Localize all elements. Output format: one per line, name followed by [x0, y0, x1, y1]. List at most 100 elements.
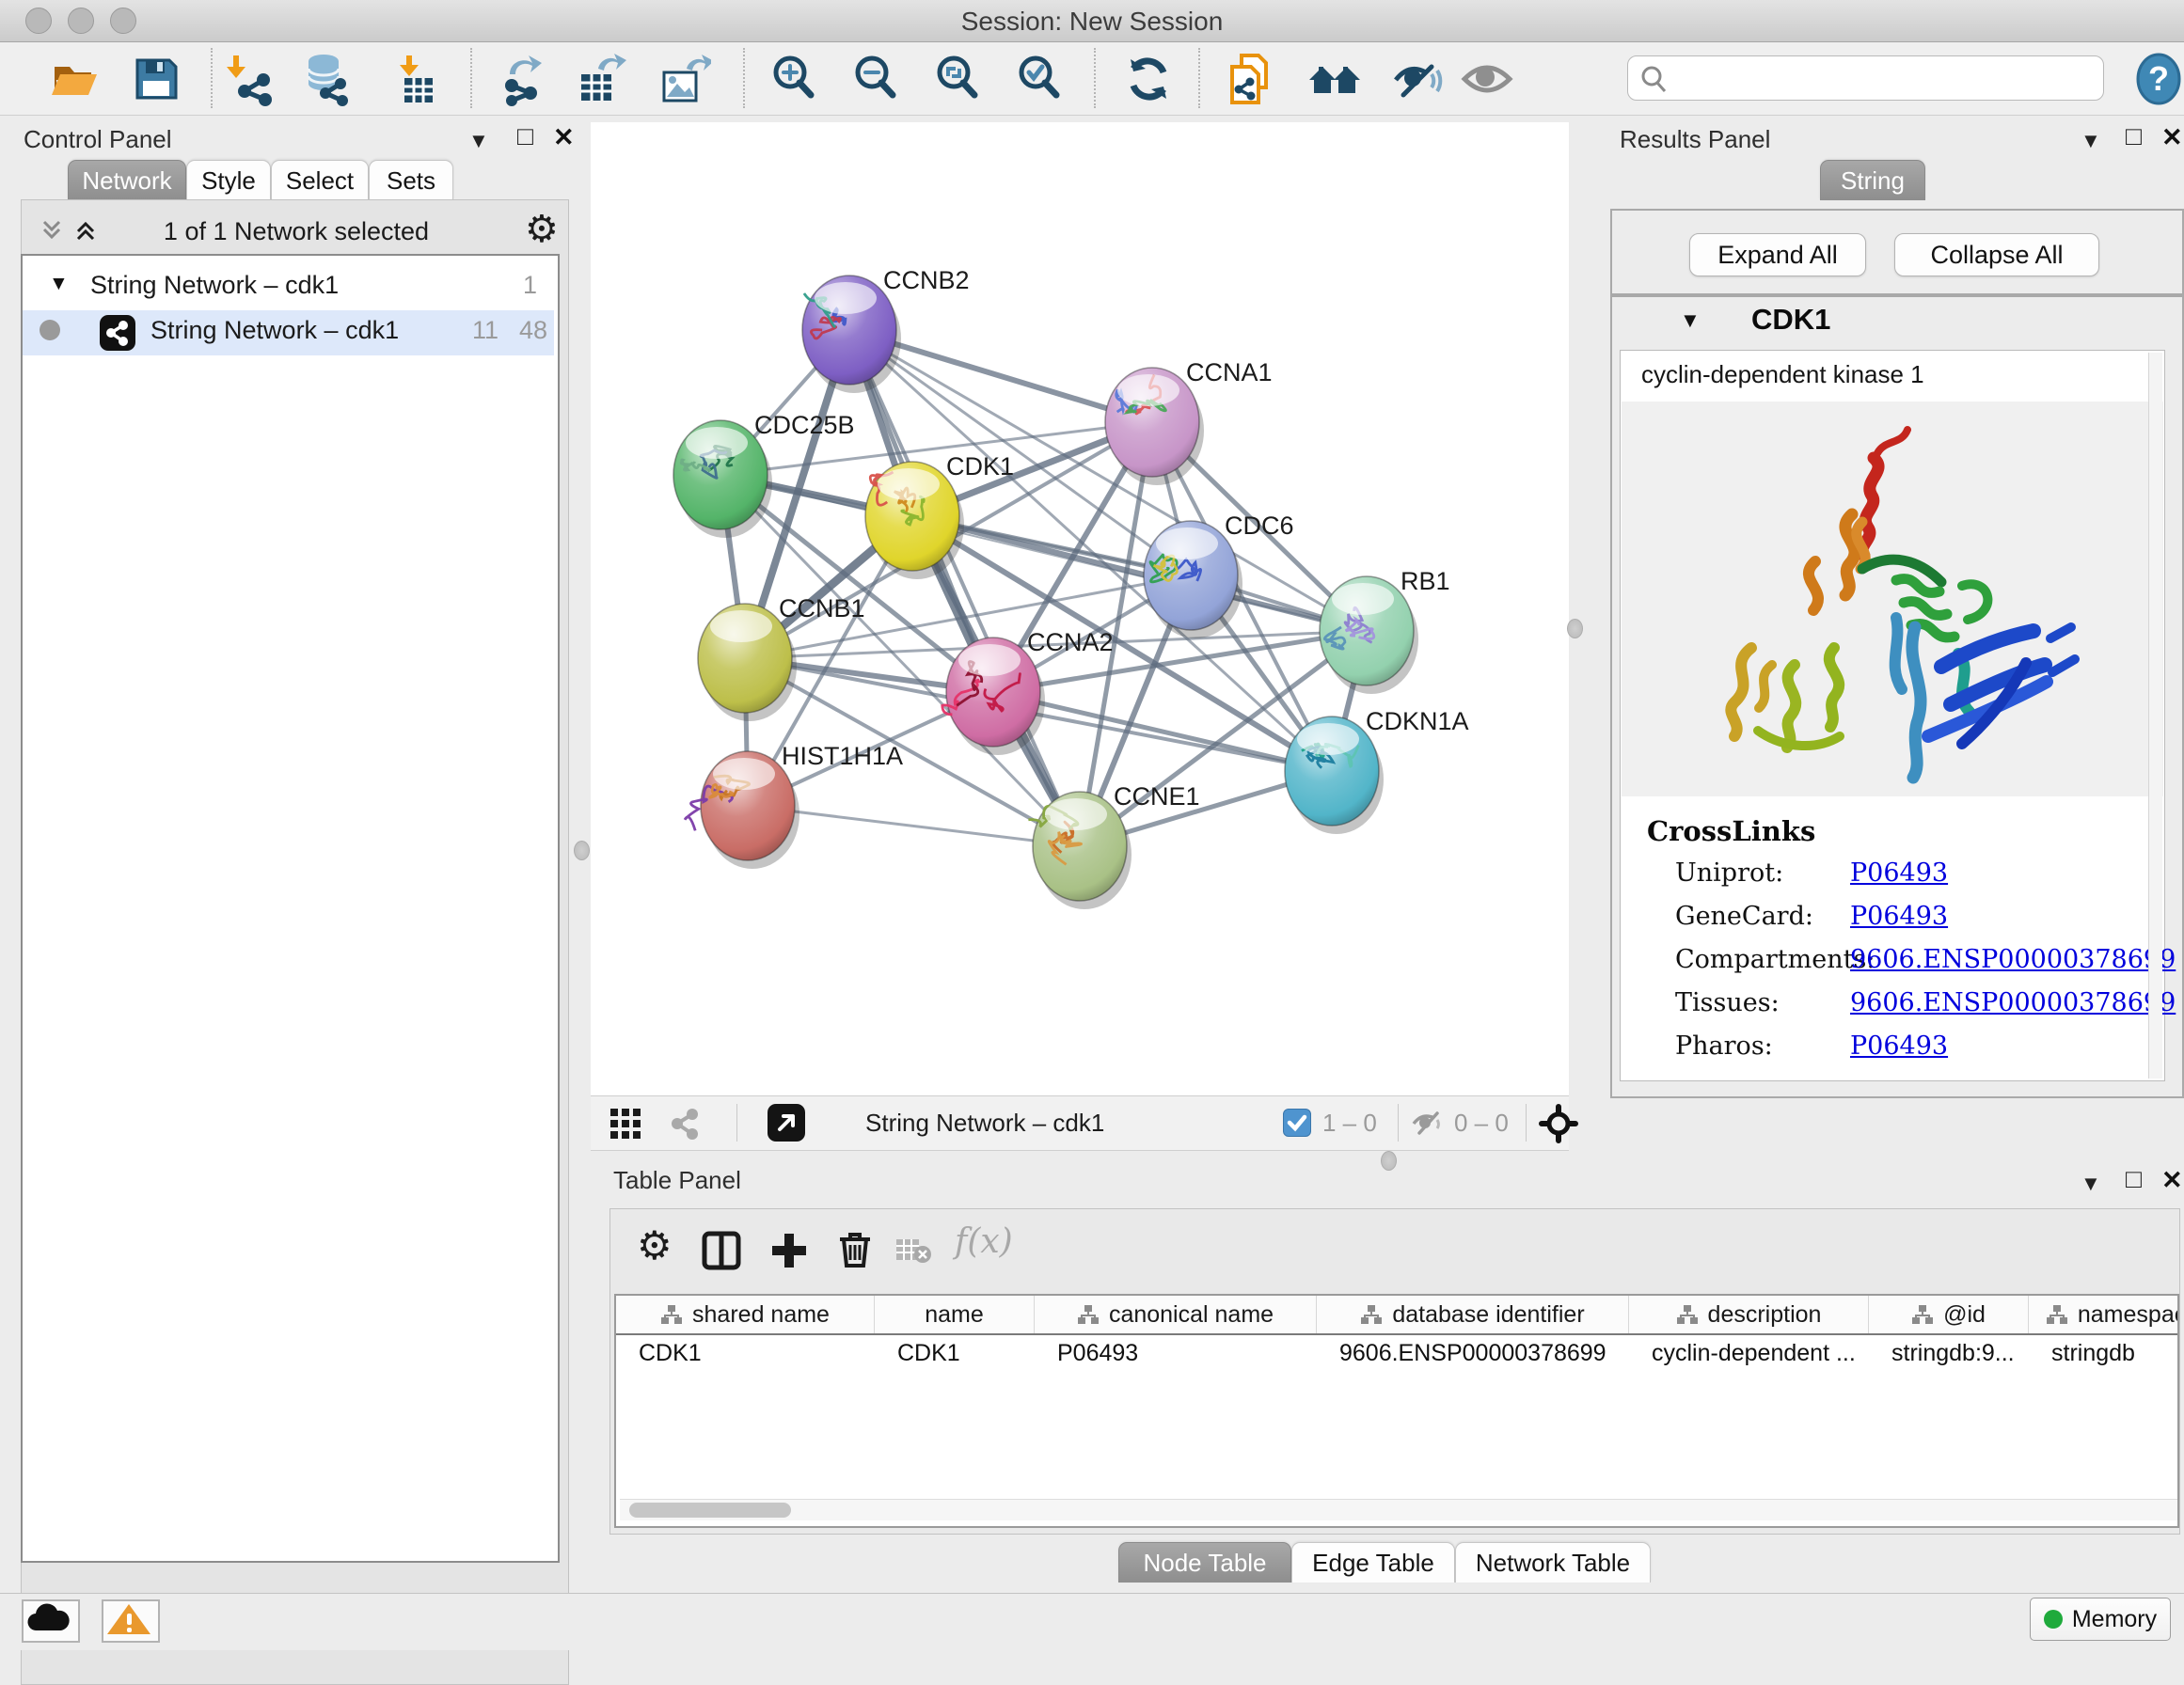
highlight-selected-icon[interactable] — [1539, 1104, 1578, 1143]
network-node-ccnb1[interactable]: CCNB1 — [698, 594, 865, 721]
warning-button[interactable] — [102, 1599, 160, 1643]
close-panel-icon[interactable]: ✕ — [2161, 1166, 2183, 1195]
crosslink-value-link[interactable]: 9606.ENSP00000378699 — [1850, 988, 2176, 1017]
protein-name: CDK1 — [1751, 303, 1830, 337]
node-label: CCNB2 — [883, 266, 970, 294]
collapse-triangle-icon[interactable]: ▼ — [1680, 308, 1701, 333]
panel-menu-icon[interactable]: ▼ — [2081, 1172, 2101, 1196]
crosslink-value-link[interactable]: P06493 — [1850, 902, 1948, 931]
crosslink-label: Compartments: — [1675, 945, 1875, 974]
column-header-description[interactable]: description — [1629, 1296, 1869, 1333]
zoom-in-icon[interactable] — [768, 52, 822, 106]
cloud-button[interactable] — [22, 1599, 80, 1643]
export-network-icon[interactable] — [497, 52, 551, 106]
shared-column-icon — [2046, 1303, 2068, 1326]
toolbar-separator — [1198, 48, 1200, 108]
memory-status-dot-icon — [2044, 1610, 2063, 1629]
zoom-selected-icon[interactable] — [1013, 52, 1068, 106]
import-table-icon[interactable] — [391, 52, 446, 106]
network-node-ccne1[interactable]: CCNE1 — [1028, 782, 1199, 909]
node-table[interactable]: shared namenamecanonical namedatabase id… — [614, 1294, 2179, 1528]
table-horizontal-scrollbar[interactable] — [620, 1499, 2179, 1520]
table-cell[interactable]: CDK1 — [875, 1335, 1035, 1371]
show-columns-icon[interactable] — [701, 1230, 742, 1271]
column-header-shared-name[interactable]: shared name — [616, 1296, 875, 1333]
zoom-out-icon[interactable] — [849, 52, 904, 106]
tab-network-table[interactable]: Network Table — [1455, 1542, 1651, 1583]
network-node-ccna1[interactable]: CCNA1 — [1105, 358, 1273, 485]
hide-selected-icon[interactable] — [1390, 52, 1445, 106]
open-in-window-icon[interactable] — [768, 1104, 805, 1142]
crosslink-value-link[interactable]: P06493 — [1850, 1031, 1948, 1061]
add-column-icon[interactable] — [768, 1230, 810, 1271]
show-all-icon[interactable] — [1460, 52, 1514, 106]
float-panel-icon[interactable]: □ — [2126, 1164, 2142, 1194]
refresh-icon[interactable] — [1121, 52, 1176, 106]
open-session-icon[interactable] — [47, 52, 102, 106]
tab-style[interactable]: Style — [186, 160, 271, 200]
table-cell[interactable]: stringdb:9... — [1869, 1335, 2029, 1371]
table-cell[interactable]: P06493 — [1035, 1335, 1317, 1371]
collapse-all-button[interactable]: Collapse All — [1894, 233, 2099, 276]
right-splitter-handle[interactable] — [1567, 619, 1583, 638]
column-header-name[interactable]: name — [875, 1296, 1035, 1333]
network-row[interactable]: String Network – cdk1 11 48 — [23, 310, 554, 355]
expand-all-button[interactable]: Expand All — [1689, 233, 1866, 276]
tab-node-table[interactable]: Node Table — [1118, 1542, 1291, 1583]
search-input[interactable] — [1677, 60, 2095, 94]
zoom-fit-icon[interactable] — [931, 52, 986, 106]
panel-menu-icon[interactable]: ▼ — [2081, 129, 2101, 153]
home-icon[interactable] — [1307, 52, 1362, 106]
network-node-hist1h1a[interactable]: HIST1H1A — [685, 742, 903, 869]
results-scrollbar[interactable] — [2148, 353, 2162, 1079]
network-node-ccna2[interactable]: CCNA2 — [942, 628, 1114, 755]
network-node-ccnb2[interactable]: CCNB2 — [802, 266, 970, 393]
export-table-icon[interactable] — [574, 52, 628, 106]
crosslink-value-link[interactable]: 9606.ENSP00000378699 — [1850, 945, 2176, 974]
network-collection-row[interactable]: ▼ String Network – cdk1 1 — [23, 265, 554, 310]
delete-column-trash-icon[interactable] — [834, 1228, 876, 1269]
tab-network[interactable]: Network — [68, 160, 186, 200]
birds-eye-view-icon[interactable] — [608, 1106, 643, 1142]
network-share-icon[interactable] — [668, 1106, 704, 1142]
network-canvas[interactable]: CCNB2CCNA1CDC25BCDK1CDC6RB1CCNB1CCNA2CDK… — [591, 122, 1569, 1095]
save-session-icon[interactable] — [129, 52, 183, 106]
column-header-database-identifier[interactable]: database identifier — [1317, 1296, 1629, 1333]
table-cell[interactable]: stringdb — [2029, 1335, 2179, 1371]
table-options-gear-icon[interactable]: ⚙ — [637, 1222, 673, 1268]
table-cell[interactable]: cyclin-dependent ... — [1629, 1335, 1869, 1371]
expand-all-icon[interactable] — [71, 216, 100, 244]
selected-checkbox-icon[interactable] — [1283, 1109, 1311, 1137]
tab-select[interactable]: Select — [271, 160, 369, 200]
import-string-icon[interactable] — [1225, 52, 1279, 106]
import-network-file-icon[interactable] — [226, 52, 280, 106]
collapse-all-icon[interactable] — [38, 216, 66, 244]
help-icon[interactable]: ? — [2131, 52, 2184, 106]
close-panel-icon[interactable]: ✕ — [2161, 123, 2183, 152]
network-node-cdkn1a[interactable]: CDKN1A — [1285, 707, 1469, 834]
float-panel-icon[interactable]: □ — [517, 121, 533, 151]
float-panel-icon[interactable]: □ — [2126, 121, 2142, 151]
column-header-namespace[interactable]: namespace — [2029, 1296, 2179, 1333]
gear-icon[interactable]: ⚙ — [525, 208, 559, 251]
column-header--id[interactable]: @id — [1869, 1296, 2029, 1333]
crosslink-value-link[interactable]: P06493 — [1850, 858, 1948, 888]
export-image-icon[interactable] — [657, 52, 711, 106]
left-splitter-handle[interactable] — [574, 841, 590, 860]
collapse-triangle-icon[interactable]: ▼ — [49, 273, 69, 295]
column-header-label: description — [1708, 1301, 1822, 1329]
network-node-rb1[interactable]: RB1 — [1320, 567, 1450, 694]
table-row[interactable]: CDK1CDK1P064939606.ENSP00000378699cyclin… — [616, 1335, 2179, 1371]
tab-string[interactable]: String — [1820, 160, 1925, 200]
table-cell[interactable]: CDK1 — [616, 1335, 875, 1371]
table-cell[interactable]: 9606.ENSP00000378699 — [1317, 1335, 1629, 1371]
search-field[interactable] — [1627, 55, 2104, 101]
close-panel-icon[interactable]: ✕ — [553, 123, 575, 152]
tab-edge-table[interactable]: Edge Table — [1291, 1542, 1455, 1583]
scrollbar-thumb[interactable] — [629, 1503, 791, 1518]
memory-button[interactable]: Memory — [2030, 1598, 2171, 1641]
import-network-database-icon[interactable] — [301, 52, 356, 106]
column-header-canonical-name[interactable]: canonical name — [1035, 1296, 1317, 1333]
panel-menu-icon[interactable]: ▼ — [468, 129, 489, 153]
tab-sets[interactable]: Sets — [369, 160, 453, 200]
